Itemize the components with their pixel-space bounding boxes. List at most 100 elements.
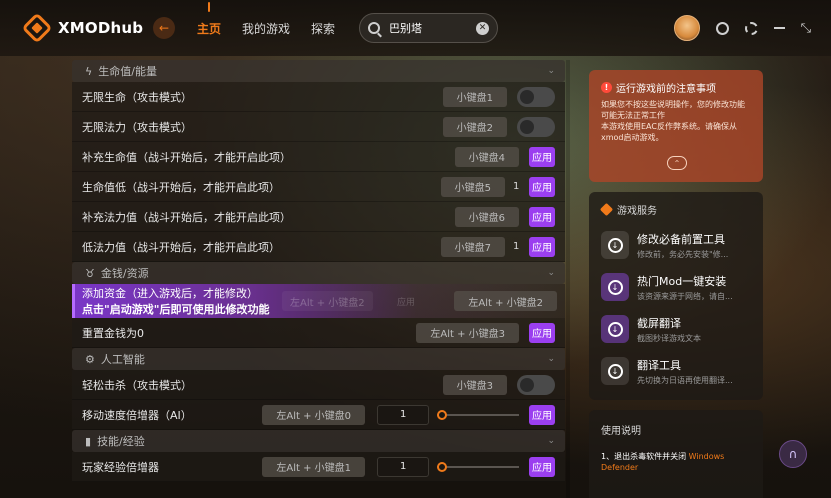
usage-instructions: 使用说明 1、退出杀毒软件并关闭 Windows Defender [589,410,763,498]
cheat-label: 补充生命值（战斗开始后，才能开启此项） [82,150,291,164]
cheat-row-highlighted[interactable]: 添加资金（进入游戏后，才能修改） 点击"启动游戏"后即可使用此修改功能 左Alt… [72,284,565,318]
box-icon [599,202,614,217]
service-item[interactable]: ↓ 截屏翻译 截图秒译游戏文本 [601,309,751,349]
apply-button[interactable]: 应用 [529,456,555,477]
main-nav: 主页 我的游戏 探索 [197,20,335,37]
notice-title: 运行游戏前的注意事项 [616,84,716,95]
apply-button[interactable]: 应用 [529,404,555,425]
service-icon: ↓ [601,273,629,301]
toggle-switch[interactable] [517,116,555,137]
chevron-down-icon[interactable]: ⌄ [547,354,555,364]
cheat-row: 生命值低（战斗开始后，才能开启此项） 小键盘5 1 应用 [72,172,565,202]
cheat-label: 无限生命（攻击模式） [82,90,192,104]
hotkey-button[interactable]: 小键盘4 [454,146,519,167]
slider-knob[interactable] [437,409,447,420]
usage-step: 1、退出杀毒软件并关闭 Windows Defender [601,451,751,473]
scrollbar[interactable] [566,60,570,498]
toggle-switch[interactable] [517,86,555,107]
search-value: 巴别塔 [389,22,423,35]
notice-line: 如果您不按这些说明操作，您的修改功能可能无法正常工作 [601,100,745,120]
top-bar: XMODhub ← 主页 我的游戏 探索 巴别塔 ✕ ⤡ [0,0,831,56]
cheat-row: 无限法力（攻击模式） 小键盘2 [72,112,565,142]
service-desc: 该资源来源于网络，请自... [637,291,733,301]
download-icon: ↓ [607,237,623,253]
hotkey-button[interactable]: 小键盘7 [440,236,505,257]
section-health[interactable]: ϟ 生命值/能量 ⌄ [72,60,565,82]
cheat-row: 玩家经验倍增器 左Alt + 小键盘1 1 应用 [72,452,565,482]
slider-knob[interactable] [437,461,447,472]
money-bag-icon: ♉ [85,266,95,280]
hotkey-button[interactable]: 小键盘2 [442,116,507,137]
service-item[interactable]: ↓ 修改必备前置工具 修改前，务必先安装"修... [601,225,751,265]
cheat-row: 无限生命（攻击模式） 小键盘1 [72,82,565,112]
usage-title: 使用说明 [601,426,641,437]
window-controls: ⤡ [673,15,811,41]
hotkey-button[interactable]: 左Alt + 小键盘2 [454,291,557,311]
back-arrow-icon[interactable]: ← [153,17,175,39]
hotkey-button[interactable]: 左Alt + 小键盘3 [416,322,519,343]
hotkey-button[interactable]: 小键盘6 [454,206,519,227]
apply-button[interactable]: 应用 [529,176,555,197]
apply-button[interactable]: 应用 [529,206,555,227]
hotkey-button[interactable]: 小键盘3 [442,374,507,395]
service-text: 热门Mod一键安装 该资源来源于网络，请自... [637,273,733,302]
notice-body: 如果您不按这些说明操作，您的修改功能可能无法正常工作 本游戏使用EAC反作弊系统… [601,99,751,143]
chevron-down-icon[interactable]: ⌄ [547,268,555,278]
value-slider[interactable] [437,409,519,420]
hotkey-button[interactable]: 小键盘1 [442,86,507,107]
download-icon: ↓ [607,321,623,337]
cheat-row: 补充法力值（战斗开始后，才能开启此项） 小键盘6 应用 [72,202,565,232]
section-title: 技能/经验 [97,435,145,448]
hotkey-button[interactable]: 左Alt + 小键盘1 [262,456,365,477]
notification-icon[interactable] [715,21,729,35]
apply-button[interactable]: 应用 [529,322,555,343]
nav-home[interactable]: 主页 [197,20,221,37]
hotkey-button[interactable]: 小键盘5 [440,176,505,197]
service-icon: ↓ [601,357,629,385]
section-money[interactable]: ♉ 金钱/资源 ⌄ [72,262,565,284]
nav-my-games[interactable]: 我的游戏 [242,20,290,37]
value-slider[interactable] [437,461,519,472]
cheat-label: 低法力值（战斗开始后，才能开启此项） [82,240,280,254]
usage-step-text: 1、退出杀毒软件并关闭 [601,452,687,461]
section-ai[interactable]: ⚙ 人工智能 ⌄ [72,348,565,370]
service-icon: ↓ [601,231,629,259]
chevron-down-icon[interactable]: ⌄ [547,436,555,446]
headset-icon[interactable]: ∩ [779,440,807,468]
cheat-label: 重置金钱为0 [82,326,144,340]
service-item[interactable]: ↓ 热门Mod一键安装 该资源来源于网络，请自... [601,267,751,307]
section-skills[interactable]: ▮ 技能/经验 ⌄ [72,430,565,452]
service-item[interactable]: ↓ 翻译工具 先切换为日语再使用翻译... [601,351,751,391]
minimize-icon[interactable] [773,27,785,29]
apply-button[interactable]: 应用 [529,146,555,167]
game-services: 游戏服务 ↓ 修改必备前置工具 修改前，务必先安装"修... ↓ 热门Mod一键… [589,192,763,400]
section-title: 生命值/能量 [98,65,157,78]
download-icon: ↓ [607,363,623,379]
avatar[interactable] [673,15,700,41]
chevron-up-icon[interactable]: ⌃ [667,156,687,170]
clear-icon[interactable]: ✕ [476,21,490,35]
cheat-label: 玩家经验倍增器 [82,460,159,474]
cheat-label: 生命值低（战斗开始后，才能开启此项） [82,180,280,194]
value-input[interactable]: 1 [377,404,429,425]
services-title: 游戏服务 [617,206,657,217]
app-logo[interactable]: XMODhub [21,12,151,44]
service-name: 截屏翻译 [637,316,681,330]
value-input[interactable]: 1 [377,456,429,477]
ghost-hotkey: 左Alt + 小键盘2 [282,291,373,311]
robot-icon: ⚙ [85,352,95,366]
highlight-bar [72,284,75,318]
apply-button[interactable]: 应用 [529,236,555,257]
settings-icon[interactable] [744,21,758,35]
notice-title-row: ! 运行游戏前的注意事项 [601,80,751,95]
close-icon[interactable]: ⤡ [801,21,811,36]
notice-line: 本游戏使用EAC反作弊系统。请确保从xmod启动游戏。 [601,122,737,142]
toggle-switch[interactable] [517,374,555,395]
nav-explore[interactable]: 探索 [311,20,335,37]
slider-track [437,413,519,416]
section-title: 金钱/资源 [100,267,149,280]
service-text: 修改必备前置工具 修改前，务必先安装"修... [637,231,728,260]
hotkey-button[interactable]: 左Alt + 小键盘0 [262,404,365,425]
search-input[interactable]: 巴别塔 ✕ [359,13,499,43]
chevron-down-icon[interactable]: ⌄ [547,66,555,76]
